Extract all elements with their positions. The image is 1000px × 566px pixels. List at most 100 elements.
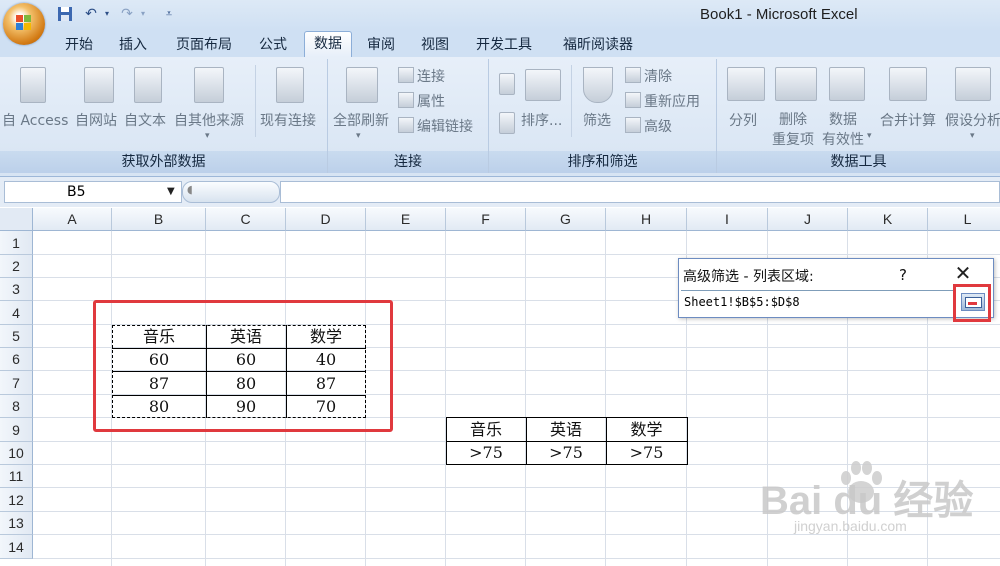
undo-dropdown-icon[interactable]: ▾ [99,6,115,22]
from-access-button[interactable]: 自 Access [2,110,68,130]
tab-insert[interactable]: 插入 [110,33,156,57]
filter-button[interactable]: 筛选 [583,110,611,130]
column-header-h[interactable]: H [606,208,687,231]
data-validation-button[interactable]: 数据 有效性 [822,110,864,150]
web-icon [84,67,114,103]
tab-formulas[interactable]: 公式 [250,33,296,57]
tab-view[interactable]: 视图 [412,33,458,57]
save-icon[interactable] [57,6,73,22]
criteria-cell[interactable]: >75 [446,442,526,464]
row-header-10[interactable]: 10 [0,442,33,465]
column-header-c[interactable]: C [206,208,286,231]
close-icon[interactable]: ✕ [953,263,973,283]
reapply-icon [625,92,641,108]
from-text-button[interactable]: 自文本 [124,110,166,130]
refresh-all-button[interactable]: 全部刷新 [333,110,389,130]
what-if-analysis-button[interactable]: 假设分析 [945,110,1000,130]
red-highlight-box [953,284,991,322]
column-header-i[interactable]: I [687,208,768,231]
row-header-1[interactable]: 1 [0,231,33,255]
clear-button[interactable]: 清除 [625,66,672,86]
criteria-header-cell[interactable]: 英语 [526,418,606,441]
access-icon [20,67,46,103]
tab-review[interactable]: 审阅 [358,33,404,57]
from-web-button[interactable]: 自网站 [75,110,117,130]
from-other-sources-button[interactable]: 自其他来源 [174,110,244,130]
row-header-13[interactable]: 13 [0,512,33,535]
data-validation-icon [829,67,865,101]
criteria-cell[interactable]: >75 [606,442,687,464]
remove-duplicates-icon [775,67,817,101]
criteria-header-cell[interactable]: 音乐 [446,418,526,441]
separator [571,65,572,137]
text-file-icon [134,67,162,103]
sort-za-icon[interactable] [499,112,515,134]
row-header-8[interactable]: 8 [0,395,33,418]
column-header-j[interactable]: J [768,208,848,231]
select-all-corner[interactable] [0,208,33,231]
row-header-14[interactable]: 14 [0,535,33,559]
column-header-f[interactable]: F [446,208,526,231]
name-box[interactable]: B5 ▼ [4,181,182,203]
filter-funnel-icon [583,67,613,103]
sort-az-icon[interactable] [499,73,515,95]
separator [255,65,256,137]
column-header-b[interactable]: B [112,208,206,231]
formula-input[interactable] [280,181,1000,203]
remove-duplicates-button[interactable]: 删除 重复项 [772,110,814,150]
ribbon-tabs: 开始 插入 页面布局 公式 数据 审阅 视图 开发工具 福昕阅读器 [0,31,1000,58]
existing-connections-button[interactable]: 现有连接 [260,110,316,130]
criteria-header-cell[interactable]: 数学 [606,418,687,441]
column-header-a[interactable]: A [33,208,112,231]
office-button[interactable] [3,3,45,45]
properties-button[interactable]: 属性 [398,91,445,111]
customize-qat-icon[interactable]: ⩡ [161,6,177,22]
office-logo-icon [16,15,32,31]
row-header-11[interactable]: 11 [0,465,33,488]
reapply-label: 重新应用 [644,94,700,110]
sort-icon [525,69,561,101]
column-header-g[interactable]: G [526,208,606,231]
tab-home[interactable]: 开始 [56,33,102,57]
row-header-4[interactable]: 4 [0,301,33,325]
consolidate-button[interactable]: 合并计算 [880,110,936,130]
row-header-5[interactable]: 5 [0,325,33,348]
connections-label: 连接 [417,69,445,85]
edit-links-button[interactable]: 编辑链接 [398,116,473,136]
reapply-button[interactable]: 重新应用 [625,91,700,111]
text-to-columns-icon [727,67,765,101]
tab-data[interactable]: 数据 [304,31,352,58]
redo-icon[interactable]: ↷ [119,6,135,22]
table-border [446,464,687,465]
text-to-columns-button[interactable]: 分列 [729,110,757,130]
row-header-9[interactable]: 9 [0,418,33,442]
column-header-e[interactable]: E [366,208,446,231]
sort-button[interactable]: 排序... [521,110,562,130]
chevron-down-icon[interactable]: ▼ [167,182,175,202]
column-header-k[interactable]: K [848,208,928,231]
properties-label: 属性 [417,94,445,110]
row-header-6[interactable]: 6 [0,348,33,371]
tab-developer[interactable]: 开发工具 [466,33,542,57]
redo-dropdown-icon[interactable]: ▾ [135,6,151,22]
criteria-cell[interactable]: >75 [526,442,606,464]
row-header-3[interactable]: 3 [0,278,33,301]
row-header-2[interactable]: 2 [0,255,33,278]
column-header-d[interactable]: D [286,208,366,231]
column-header-l[interactable]: L [928,208,1000,231]
help-icon[interactable]: ? [899,266,907,284]
advanced-filter-button[interactable]: 高级 [625,116,672,136]
watermark-url: jingyan.baidu.com [794,518,907,534]
group-connections: 全部刷新 ▾ 连接 属性 编辑链接 连接 [328,59,489,173]
other-sources-icon [194,67,224,103]
expand-icon[interactable]: ◖ [187,183,193,196]
tab-page-layout[interactable]: 页面布局 [166,33,242,57]
tab-foxit-reader[interactable]: 福昕阅读器 [552,33,644,57]
row-header-7[interactable]: 7 [0,371,33,395]
formula-controls: ◖ fx [182,181,454,203]
undo-icon[interactable]: ↶ [83,6,99,22]
row-header-12[interactable]: 12 [0,488,33,512]
connections-button[interactable]: 连接 [398,66,445,86]
list-range-input[interactable]: Sheet1!$B$5:$D$8 [681,290,954,313]
gridline [605,231,606,566]
